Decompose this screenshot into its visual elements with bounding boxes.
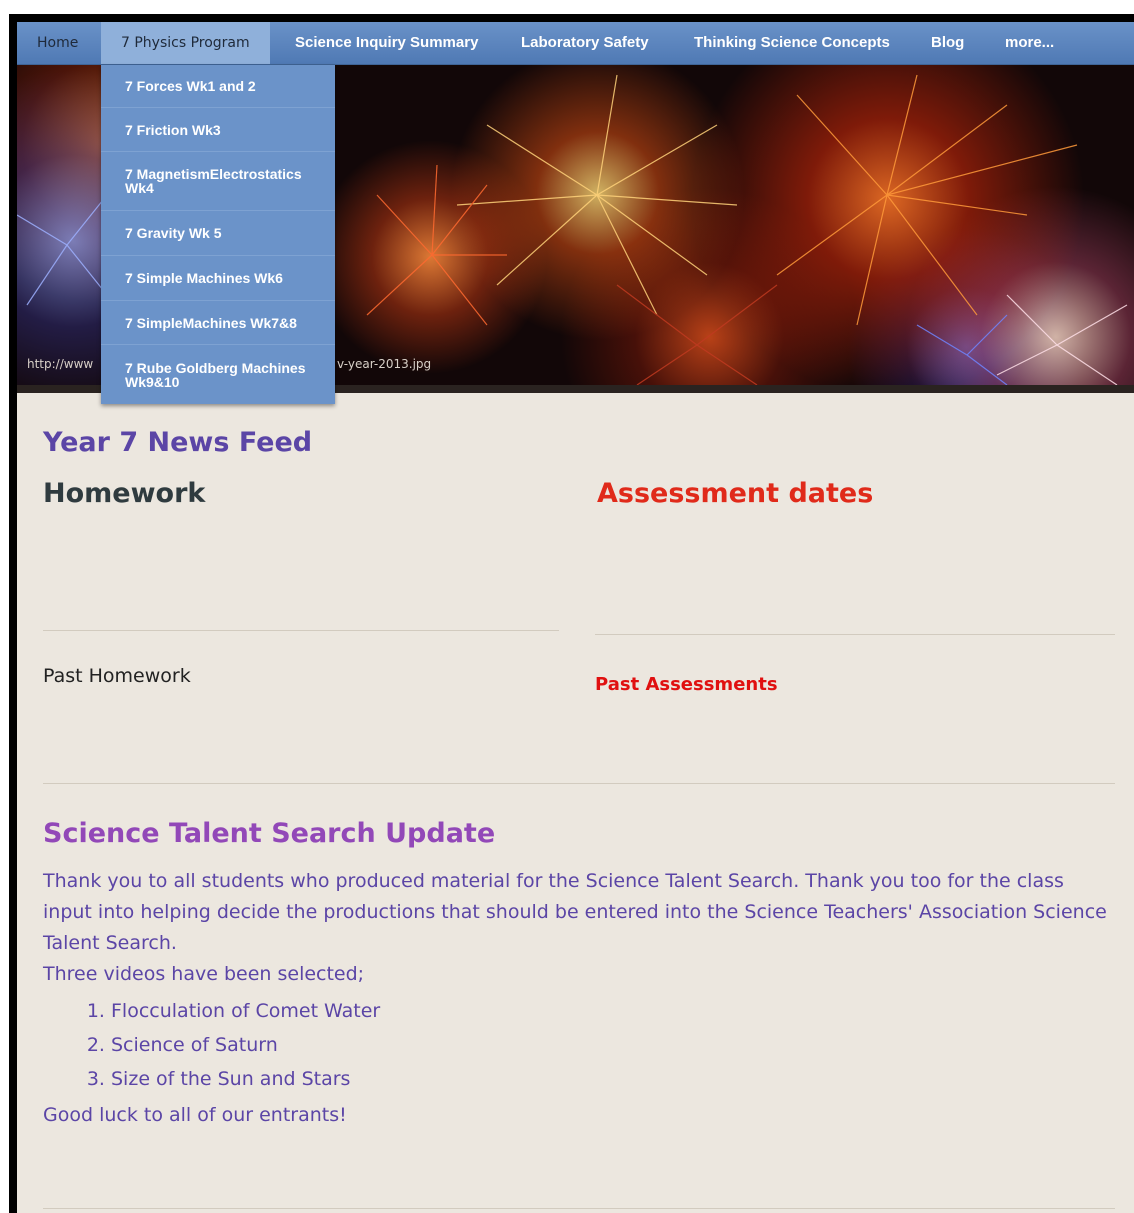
assessment-divider: [595, 634, 1115, 635]
talent-search-body: Thank you to all students who produced m…: [43, 866, 1118, 1131]
dropdown-item-magnetism[interactable]: 7 MagnetismElectrostatics Wk4: [101, 152, 335, 211]
banner-caption-right: v-year-2013.jpg: [337, 357, 432, 371]
news-feed-heading: Year 7 News Feed: [43, 427, 313, 458]
talent-paragraph: Thank you to all students who produced m…: [43, 870, 1107, 954]
past-homework-link[interactable]: Past Homework: [43, 665, 191, 687]
nav-more[interactable]: more...: [1005, 22, 1054, 64]
dropdown-item-friction[interactable]: 7 Friction Wk3: [101, 108, 335, 152]
physics-program-dropdown: 7 Forces Wk1 and 2 7 Friction Wk3 7 Magn…: [101, 65, 335, 404]
section-divider: [43, 783, 1115, 784]
page: Home 7 Physics Program Science Inquiry S…: [17, 22, 1134, 1213]
nav-science-inquiry-summary[interactable]: Science Inquiry Summary: [295, 22, 478, 64]
banner-caption-left: http://www: [27, 357, 94, 371]
nav-home[interactable]: Home: [37, 22, 78, 64]
assessment-dates-heading: Assessment dates: [597, 478, 874, 509]
list-item: Flocculation of Comet Water: [111, 994, 1118, 1028]
homework-divider: [43, 630, 559, 631]
nav-laboratory-safety[interactable]: Laboratory Safety: [521, 22, 649, 64]
dropdown-item-simple-machines[interactable]: 7 Simple Machines Wk6: [101, 256, 335, 301]
dropdown-item-forces[interactable]: 7 Forces Wk1 and 2: [101, 65, 335, 108]
dropdown-item-gravity[interactable]: 7 Gravity Wk 5: [101, 211, 335, 256]
top-nav: Home 7 Physics Program Science Inquiry S…: [17, 22, 1134, 65]
video-list: Flocculation of Comet Water Science of S…: [43, 994, 1118, 1096]
talent-search-heading: Science Talent Search Update: [43, 818, 496, 849]
nav-physics-program[interactable]: 7 Physics Program: [101, 22, 270, 64]
nav-blog[interactable]: Blog: [931, 22, 964, 64]
dropdown-item-rube-goldberg[interactable]: 7 Rube Goldberg Machines Wk9&10: [101, 345, 335, 404]
homework-heading: Homework: [43, 478, 206, 509]
nav-thinking-science-concepts[interactable]: Thinking Science Concepts: [694, 22, 890, 64]
talent-closing: Good luck to all of our entrants!: [43, 1104, 347, 1126]
dropdown-item-simplemachines-wk78[interactable]: 7 SimpleMachines Wk7&8: [101, 301, 335, 345]
past-assessments-link[interactable]: Past Assessments: [595, 674, 778, 695]
talent-intro: Three videos have been selected;: [43, 963, 365, 985]
bottom-divider: [43, 1208, 1115, 1209]
list-item: Science of Saturn: [111, 1028, 1118, 1062]
list-item: Size of the Sun and Stars: [111, 1062, 1118, 1096]
